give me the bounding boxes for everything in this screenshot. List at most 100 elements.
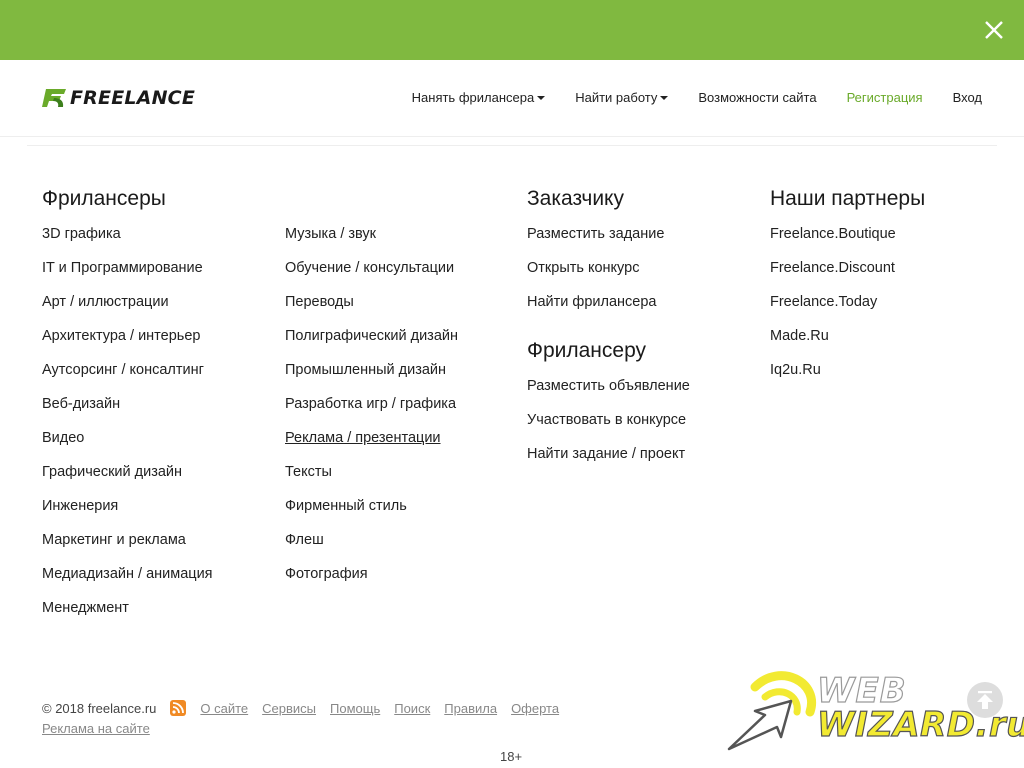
footer-link-offer[interactable]: Оферта (511, 701, 559, 716)
list-item: Freelance.Today (770, 294, 925, 328)
category-link[interactable]: Инженерия (42, 498, 118, 514)
nav-hire-freelancer[interactable]: Нанять фрилансера (412, 90, 546, 105)
category-link[interactable]: Аутсорсинг / консалтинг (42, 362, 204, 378)
category-link[interactable]: Фирменный стиль (285, 498, 407, 514)
close-icon[interactable] (978, 14, 1010, 46)
list-item: Видео (42, 430, 213, 464)
age-rating: 18+ (500, 749, 523, 764)
freelancer-list: Разместить объявление Участвовать в конк… (527, 378, 690, 480)
list-item: Промышленный дизайн (285, 362, 458, 396)
list-item: Аутсорсинг / консалтинг (42, 362, 213, 396)
list-item: Тексты (285, 464, 458, 498)
category-link[interactable]: Видео (42, 430, 84, 446)
category-link[interactable]: Архитектура / интерьер (42, 328, 200, 344)
category-link[interactable]: Веб-дизайн (42, 396, 120, 412)
freelancer-link[interactable]: Разместить объявление (527, 378, 690, 394)
list-item: Реклама / презентации (285, 430, 458, 464)
partner-link[interactable]: Freelance.Boutique (770, 226, 896, 242)
list-item: Разместить задание (527, 226, 690, 260)
footer-link-services[interactable]: Сервисы (262, 701, 316, 716)
category-link[interactable]: Промышленный дизайн (285, 362, 446, 378)
partner-link[interactable]: Iq2u.Ru (770, 362, 821, 378)
customer-link[interactable]: Разместить задание (527, 226, 664, 242)
category-link[interactable]: Фотография (285, 566, 368, 582)
footer-link-rules[interactable]: Правила (444, 701, 497, 716)
category-link[interactable]: Переводы (285, 294, 354, 310)
list-item: Графический дизайн (42, 464, 213, 498)
nav-register[interactable]: Регистрация (847, 90, 923, 105)
footer: © 2018 freelance.ru О сайте Сервисы Помо… (42, 699, 559, 737)
list-item: Made.Ru (770, 328, 925, 362)
footer-links: © 2018 freelance.ru О сайте Сервисы Помо… (42, 699, 559, 717)
category-link[interactable]: Полиграфический дизайн (285, 328, 458, 344)
category-link-hovered[interactable]: Реклама / презентации (285, 430, 441, 446)
category-link[interactable]: Медиадизайн / анимация (42, 566, 213, 582)
list-item: Разработка игр / графика (285, 396, 458, 430)
freelancers-section-2: Музыка / звук Обучение / консультации Пе… (285, 226, 458, 600)
customer-section: Заказчику Разместить задание Открыть кон… (527, 182, 690, 480)
category-link[interactable]: Графический дизайн (42, 464, 182, 480)
list-item: Разместить объявление (527, 378, 690, 412)
freelancers-section: Фрилансеры 3D графика IT и Программирова… (42, 182, 213, 634)
nav-hire-label: Нанять фрилансера (411, 90, 535, 105)
list-item: Медиадизайн / анимация (42, 566, 213, 600)
list-item: Обучение / консультации (285, 260, 458, 294)
caret-down-icon (660, 95, 669, 100)
category-link[interactable]: 3D графика (42, 226, 121, 242)
footer-row-2: Реклама на сайте (42, 719, 559, 737)
list-item: Флеш (285, 532, 458, 566)
list-item: Участвовать в конкурсе (527, 412, 690, 446)
list-item: 3D графика (42, 226, 213, 260)
category-link[interactable]: Разработка игр / графика (285, 396, 456, 412)
category-link[interactable]: Музыка / звук (285, 226, 376, 242)
category-link[interactable]: Обучение / консультации (285, 260, 454, 276)
partner-link[interactable]: Freelance.Discount (770, 260, 895, 276)
nav-features[interactable]: Возможности сайта (698, 90, 816, 105)
nav-find-work-label: Найти работу (575, 90, 658, 105)
cursor-arrow-icon (727, 671, 817, 751)
partner-link[interactable]: Made.Ru (770, 328, 829, 344)
freelancer-link[interactable]: Найти задание / проект (527, 446, 685, 462)
rss-icon[interactable] (170, 700, 187, 716)
customer-link[interactable]: Найти фрилансера (527, 294, 656, 310)
partners-heading: Наши партнеры (770, 187, 926, 210)
freelancers-list-1: 3D графика IT и Программирование Арт / и… (42, 226, 213, 634)
footer-link-about[interactable]: О сайте (200, 701, 248, 716)
partner-link[interactable]: Freelance.Today (770, 294, 877, 310)
category-link[interactable]: Флеш (285, 532, 324, 548)
partners-list: Freelance.Boutique Freelance.Discount Fr… (770, 226, 925, 396)
logo-text: FREELANCE (70, 87, 196, 109)
footer-link-search[interactable]: Поиск (394, 701, 430, 716)
list-item: Переводы (285, 294, 458, 328)
freelance-logo-icon (42, 89, 66, 107)
category-link[interactable]: Маркетинг и реклама (42, 532, 186, 548)
caret-down-icon (537, 95, 546, 100)
category-link[interactable]: Менеджмент (42, 600, 129, 616)
list-item: Полиграфический дизайн (285, 328, 458, 362)
footer-link-help[interactable]: Помощь (330, 701, 380, 716)
freelancers-heading: Фрилансеры (42, 187, 166, 210)
nav-find-work[interactable]: Найти работу (575, 90, 669, 105)
main-nav: Нанять фрилансера Найти работу Возможнос… (382, 90, 982, 105)
list-item: Архитектура / интерьер (42, 328, 213, 362)
freelancer-link[interactable]: Участвовать в конкурсе (527, 412, 686, 428)
logo[interactable]: FREELANCE (42, 86, 195, 110)
footer-link-advertising[interactable]: Реклама на сайте (42, 721, 150, 736)
list-item: Найти задание / проект (527, 446, 690, 480)
partners-section: Наши партнеры Freelance.Boutique Freelan… (770, 182, 925, 396)
site-header: FREELANCE Нанять фрилансера Найти работу… (0, 60, 1024, 137)
category-link[interactable]: IT и Программирование (42, 260, 203, 276)
category-link[interactable]: Арт / иллюстрации (42, 294, 169, 310)
list-item: Найти фрилансера (527, 294, 690, 328)
list-item: Freelance.Discount (770, 260, 925, 294)
arrow-up-icon[interactable] (966, 681, 1004, 719)
list-item: Инженерия (42, 498, 213, 532)
list-item: IT и Программирование (42, 260, 213, 294)
list-item: Арт / иллюстрации (42, 294, 213, 328)
list-item: Музыка / звук (285, 226, 458, 260)
list-item: Веб-дизайн (42, 396, 213, 430)
nav-login[interactable]: Вход (953, 90, 982, 105)
list-item: Iq2u.Ru (770, 362, 925, 396)
category-link[interactable]: Тексты (285, 464, 332, 480)
customer-link[interactable]: Открыть конкурс (527, 260, 639, 276)
